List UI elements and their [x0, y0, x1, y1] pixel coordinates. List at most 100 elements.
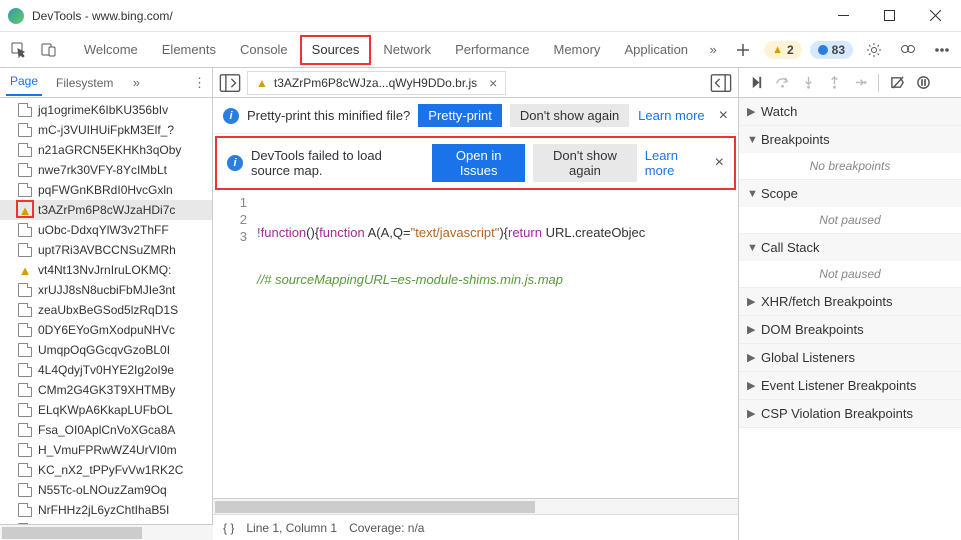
- coverage-status: Coverage: n/a: [349, 521, 424, 535]
- file-item[interactable]: 0DY6EYoGmXodpuNHVc: [0, 320, 212, 340]
- arrow-right-icon: ▶: [747, 351, 757, 364]
- pane-header[interactable]: ▶ Global Listeners: [739, 344, 961, 371]
- file-item[interactable]: pqFWGnKBRdI0HvcGxln: [0, 180, 212, 200]
- scrollbar-thumb[interactable]: [2, 527, 142, 539]
- tab-elements[interactable]: Elements: [150, 32, 228, 68]
- step-out-icon[interactable]: [823, 72, 845, 94]
- editor-hscrollbar[interactable]: [213, 498, 738, 514]
- pane-body: Not paused: [739, 261, 961, 287]
- open-in-issues-button[interactable]: Open in Issues: [432, 144, 525, 182]
- file-icon: [18, 103, 32, 117]
- tab-sources[interactable]: Sources: [300, 35, 372, 65]
- code-content[interactable]: !function(){function A(A,Q="text/javascr…: [253, 192, 738, 498]
- file-item[interactable]: ▲t3AZrPm6P8cWJzaHDi7c: [0, 200, 212, 220]
- more-tabs-icon[interactable]: »: [704, 41, 722, 59]
- file-item[interactable]: uObc-DdxqYlW3v2ThFF: [0, 220, 212, 240]
- tab-application[interactable]: Application: [612, 32, 700, 68]
- file-item[interactable]: 4L4QdyjTv0HYE2Ig2oI9e: [0, 360, 212, 380]
- toggle-navigator-icon[interactable]: [219, 72, 241, 94]
- nav-tab-filesystem[interactable]: Filesystem: [52, 72, 117, 94]
- file-item[interactable]: Fsa_OI0AplCnVoXGca8A: [0, 420, 212, 440]
- pane-header[interactable]: ▶XHR/fetch Breakpoints: [739, 288, 961, 315]
- step-into-icon[interactable]: [797, 72, 819, 94]
- learn-more-link[interactable]: Learn more: [645, 148, 701, 178]
- learn-more-link[interactable]: Learn more: [638, 108, 704, 123]
- tab-network[interactable]: Network: [371, 32, 443, 68]
- pane-header[interactable]: ▶DOM Breakpoints: [739, 316, 961, 343]
- file-item[interactable]: KC_nX2_tPPyFvVw1RK2C: [0, 460, 212, 480]
- file-name: NrFHHz2jL6yzChtIhaB5I: [38, 503, 169, 517]
- code-editor[interactable]: 1 2 3 !function(){function A(A,Q="text/j…: [213, 192, 738, 498]
- device-icon[interactable]: [36, 37, 62, 63]
- resume-icon[interactable]: [745, 72, 767, 94]
- pause-exceptions-icon[interactable]: [912, 72, 934, 94]
- maximize-button[interactable]: [867, 2, 911, 30]
- nav-tab-page[interactable]: Page: [6, 70, 42, 96]
- warnings-badge[interactable]: ▲2: [764, 41, 802, 59]
- brackets-icon[interactable]: { }: [223, 521, 234, 535]
- file-item[interactable]: nwe7rk30VFY-8YcIMbLt: [0, 160, 212, 180]
- file-item[interactable]: N55Tc-oLNOuzZam9Oq: [0, 480, 212, 500]
- titlebar: DevTools - www.bing.com/: [0, 0, 961, 32]
- file-item[interactable]: xrUJJ8sN8ucbiFbMJIe3nt: [0, 280, 212, 300]
- arrow-down-icon: ▼: [747, 242, 757, 254]
- file-name: t3AZrPm6P8cWJzaHDi7c: [38, 203, 175, 217]
- deactivate-breakpoints-icon[interactable]: [886, 72, 908, 94]
- inspect-icon[interactable]: [6, 37, 32, 63]
- source-map-text: DevTools failed to load source map.: [251, 148, 424, 178]
- debug-pane: ▶XHR/fetch Breakpoints: [739, 288, 961, 316]
- nav-more-icon[interactable]: »: [127, 74, 145, 92]
- dont-show-button[interactable]: Don't show again: [533, 144, 637, 182]
- file-item[interactable]: mC-j3VUIHUiFpkM3Elf_?: [0, 120, 212, 140]
- editor-file-tab[interactable]: ▲ t3AZrPm6P8cWJza...qWyH9DDo.br.js ×: [247, 71, 506, 95]
- issues-badge[interactable]: 83: [810, 41, 853, 59]
- pane-header[interactable]: ▶CSP Violation Breakpoints: [739, 400, 961, 427]
- tab-memory[interactable]: Memory: [541, 32, 612, 68]
- file-item[interactable]: jq1ogrimeK6IbKU356bIv: [0, 100, 212, 120]
- file-item[interactable]: n21aGRCN5EKHKh3qOby: [0, 140, 212, 160]
- more-icon[interactable]: [929, 37, 955, 63]
- tab-welcome[interactable]: Welcome: [72, 32, 150, 68]
- file-icon: [18, 123, 32, 137]
- feedback-icon[interactable]: [895, 37, 921, 63]
- minimize-button[interactable]: [821, 2, 865, 30]
- file-name: CMm2G4GK3T9XHTMBy: [38, 383, 175, 397]
- dont-show-button[interactable]: Don't show again: [510, 104, 629, 127]
- close-bar-icon[interactable]: ×: [719, 107, 728, 125]
- pane-header[interactable]: ▶Watch: [739, 98, 961, 125]
- settings-icon[interactable]: [861, 37, 887, 63]
- file-name: pqFWGnKBRdI0HvcGxln: [38, 183, 173, 197]
- file-item[interactable]: UmqpOqGGcqvGzoBL0I: [0, 340, 212, 360]
- close-tab-icon[interactable]: ×: [489, 75, 497, 91]
- pane-header[interactable]: ▼Scope: [739, 180, 961, 207]
- toggle-debugger-icon[interactable]: [710, 72, 732, 94]
- tab-console[interactable]: Console: [228, 32, 300, 68]
- file-item[interactable]: upt7Ri3AVBCCNSuZMRh: [0, 240, 212, 260]
- tab-performance[interactable]: Performance: [443, 32, 541, 68]
- close-bar-icon[interactable]: ×: [715, 154, 724, 172]
- new-tab-icon[interactable]: [730, 37, 756, 63]
- file-item[interactable]: ▲vt4Nt13NvJrnIruLOKMQ:: [0, 260, 212, 280]
- file-item[interactable]: CMm2G4GK3T9XHTMBy: [0, 380, 212, 400]
- pane-label: Global Listeners: [761, 350, 855, 365]
- pane-header[interactable]: ▼Call Stack: [739, 234, 961, 261]
- pane-label: Event Listener Breakpoints: [761, 378, 916, 393]
- pane-header[interactable]: ▼Breakpoints: [739, 126, 961, 153]
- arrow-down-icon: ▼: [747, 188, 757, 200]
- file-item[interactable]: ELqKWpA6KkapLUFbOL: [0, 400, 212, 420]
- file-tree[interactable]: jq1ogrimeK6IbKU356bIvmC-j3VUIHUiFpkM3Elf…: [0, 98, 212, 540]
- pretty-print-button[interactable]: Pretty-print: [418, 104, 502, 127]
- scrollbar-thumb[interactable]: [215, 501, 535, 513]
- file-item[interactable]: zeaUbxBeGSod5lzRqD1S: [0, 300, 212, 320]
- file-icon: [18, 503, 32, 517]
- file-item[interactable]: H_VmuFPRwWZ4UrVI0m: [0, 440, 212, 460]
- pane-label: CSP Violation Breakpoints: [761, 406, 913, 421]
- navigator-hscrollbar[interactable]: [0, 524, 213, 540]
- step-over-icon[interactable]: [771, 72, 793, 94]
- file-icon: [18, 143, 32, 157]
- nav-kebab-icon[interactable]: ⋮: [193, 75, 206, 91]
- file-item[interactable]: NrFHHz2jL6yzChtIhaB5I: [0, 500, 212, 520]
- step-icon[interactable]: [849, 72, 871, 94]
- pane-header[interactable]: ▶Event Listener Breakpoints: [739, 372, 961, 399]
- close-button[interactable]: [913, 2, 957, 30]
